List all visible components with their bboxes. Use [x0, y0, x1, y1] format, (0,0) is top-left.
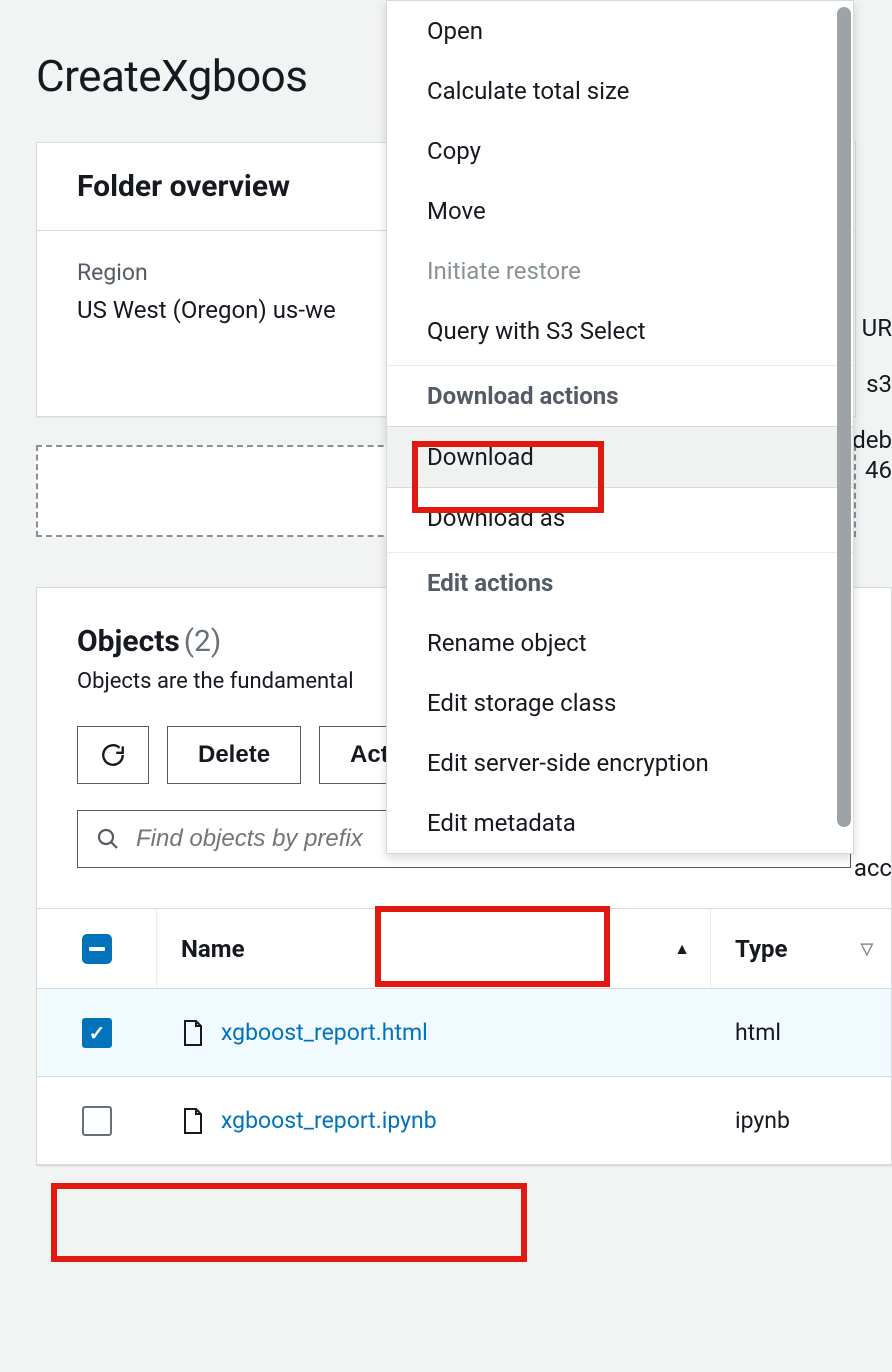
- dropdown-item[interactable]: Move: [387, 181, 853, 241]
- file-icon: [181, 1107, 205, 1135]
- search-icon: [96, 827, 120, 851]
- file-icon: [181, 1019, 205, 1047]
- row-checkbox[interactable]: ✓: [82, 1018, 112, 1048]
- cutoff-text: deb: [852, 426, 892, 454]
- type-column-label: Type: [735, 935, 788, 963]
- dropdown-item[interactable]: Download: [387, 426, 853, 488]
- object-name-link[interactable]: xgboost_report.html: [221, 1019, 428, 1046]
- object-name-link[interactable]: xgboost_report.ipynb: [221, 1107, 437, 1134]
- dropdown-item[interactable]: Open: [387, 1, 853, 61]
- refresh-icon: [100, 742, 126, 768]
- table-header-row: Name ▲ Type ▽: [37, 909, 891, 989]
- dropdown-item[interactable]: Rename object: [387, 613, 853, 673]
- table-row[interactable]: ✓ xgboost_report.html html: [37, 989, 891, 1077]
- name-column-header[interactable]: Name ▲: [157, 909, 711, 988]
- cutoff-text: acc: [854, 854, 892, 882]
- dropdown-item[interactable]: Edit server-side encryption: [387, 733, 853, 793]
- refresh-button[interactable]: [77, 726, 149, 784]
- scrollbar[interactable]: [837, 7, 851, 827]
- dropdown-item[interactable]: Query with S3 Select: [387, 301, 853, 361]
- object-type: html: [711, 1019, 891, 1046]
- dropdown-item: Initiate restore: [387, 241, 853, 301]
- objects-count: (2): [184, 624, 222, 659]
- objects-title: Objects: [77, 624, 180, 659]
- name-column-label: Name: [181, 935, 245, 963]
- highlight-box: [51, 1183, 527, 1262]
- dropdown-item[interactable]: Calculate total size: [387, 61, 853, 121]
- cutoff-text: UR: [862, 314, 892, 342]
- type-column-header[interactable]: Type ▽: [711, 909, 891, 988]
- delete-button[interactable]: Delete: [167, 726, 301, 784]
- dropdown-section-header: Edit actions: [387, 552, 853, 613]
- dropdown-item[interactable]: Copy: [387, 121, 853, 181]
- dropdown-item[interactable]: Edit metadata: [387, 793, 853, 853]
- object-type: ipynb: [711, 1107, 891, 1134]
- table-row[interactable]: xgboost_report.ipynb ipynb: [37, 1077, 891, 1165]
- objects-table: Name ▲ Type ▽ ✓ xgboost_report.html html: [37, 908, 891, 1165]
- row-checkbox[interactable]: [82, 1106, 112, 1136]
- sort-icon: ▽: [861, 939, 873, 958]
- dropdown-section-header: Download actions: [387, 365, 853, 426]
- select-all-header[interactable]: [37, 909, 157, 988]
- dropdown-item[interactable]: Download as: [387, 488, 853, 548]
- actions-dropdown: OpenCalculate total sizeCopyMoveInitiate…: [386, 0, 854, 854]
- cutoff-text: 46: [865, 456, 892, 484]
- sort-asc-icon: ▲: [674, 939, 690, 959]
- dropdown-item[interactable]: Edit storage class: [387, 673, 853, 733]
- checkbox-indeterminate[interactable]: [82, 934, 112, 964]
- cutoff-text: s3: [866, 370, 892, 398]
